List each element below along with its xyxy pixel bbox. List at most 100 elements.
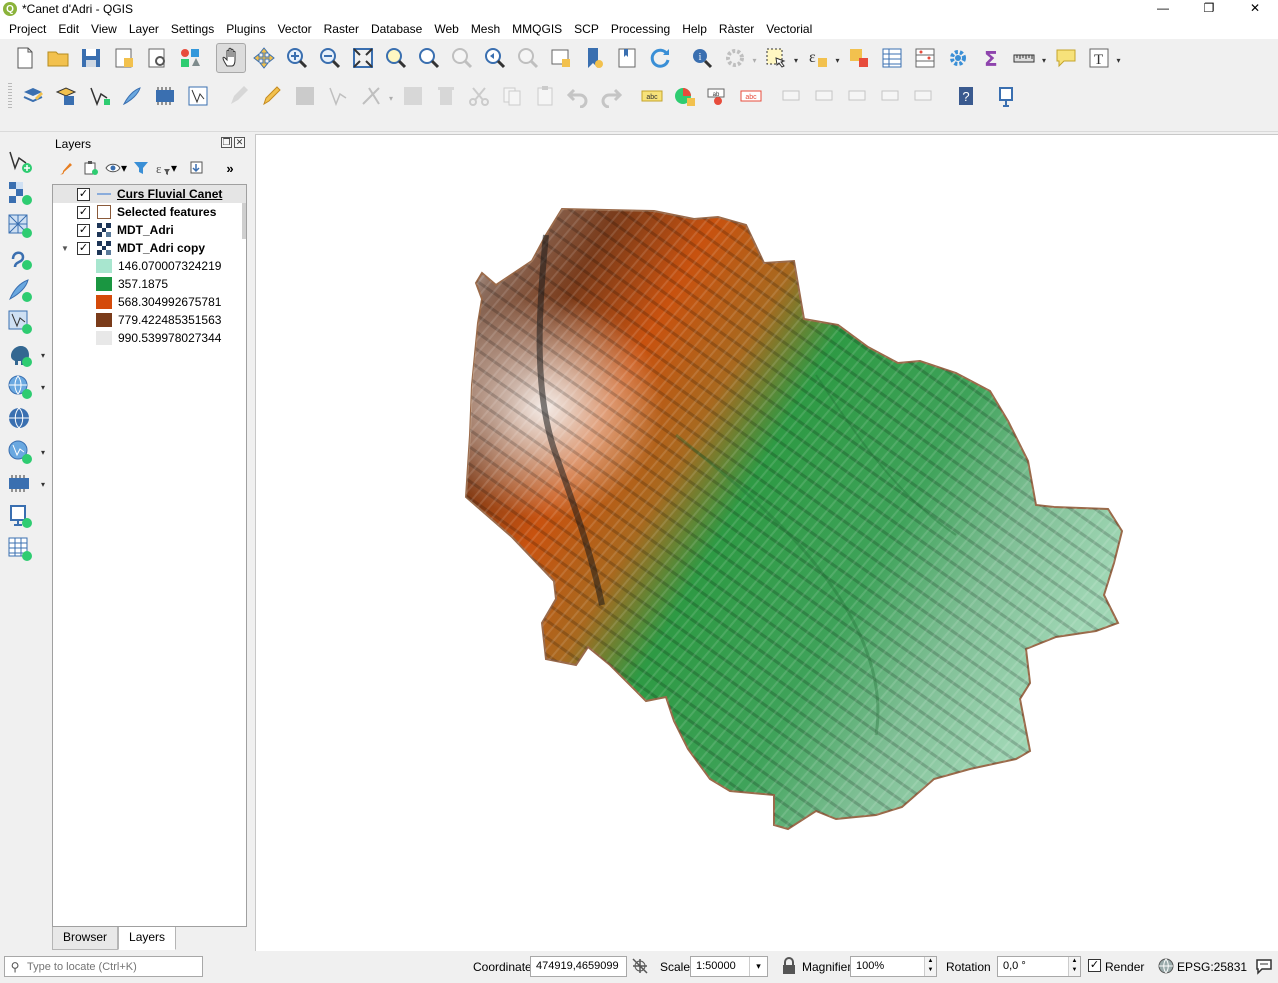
statistical-summary-button[interactable]: Σ xyxy=(976,43,1006,73)
run-action-button[interactable]: ▾ xyxy=(720,43,757,73)
menu-web[interactable]: Web xyxy=(428,19,464,39)
pan-to-selection-button[interactable] xyxy=(249,43,279,73)
menu-edit[interactable]: Edit xyxy=(52,19,85,39)
pan-map-button[interactable] xyxy=(216,43,246,73)
new-print-layout-button[interactable] xyxy=(109,43,139,73)
menu-project[interactable]: Project xyxy=(3,19,52,39)
toggle-extents-icon[interactable] xyxy=(631,957,649,975)
show-hide-labels-button[interactable] xyxy=(811,81,841,111)
menu-layer[interactable]: Layer xyxy=(123,19,165,39)
filter-legend-button[interactable] xyxy=(130,157,152,179)
layout-manager-button[interactable] xyxy=(142,43,172,73)
add-vector-layer-button[interactable] xyxy=(5,146,35,176)
select-features-button[interactable]: ▾ xyxy=(761,43,798,73)
copy-features-button[interactable] xyxy=(497,81,527,111)
menu-help[interactable]: Help xyxy=(676,19,713,39)
minimize-button[interactable]: — xyxy=(1140,0,1186,18)
redo-button[interactable] xyxy=(596,81,626,111)
field-calculator-button[interactable] xyxy=(910,43,940,73)
select-by-expression-button[interactable]: ε ▾ xyxy=(803,43,840,73)
menu-plugins[interactable]: Plugins xyxy=(220,19,271,39)
messages-icon[interactable] xyxy=(1255,957,1273,975)
layer-item-curs-fluvial[interactable]: ✓ Curs Fluvial Canet xyxy=(53,185,246,203)
modify-attributes-button[interactable] xyxy=(224,81,254,111)
filter-by-expression-button[interactable]: ε ▾ xyxy=(155,157,177,179)
collapse-arrow-icon[interactable]: ▼ xyxy=(59,244,71,253)
node-tool-button[interactable]: ▾ xyxy=(356,81,393,111)
current-edits-button[interactable] xyxy=(18,81,48,111)
spinner-arrows-icon[interactable]: ▲ ▼ xyxy=(1068,957,1080,976)
menu-mmqgis[interactable]: MMQGIS xyxy=(506,19,568,39)
label-properties-button[interactable] xyxy=(910,81,940,111)
plugin-tool-button[interactable] xyxy=(993,81,1023,111)
paste-features-button[interactable] xyxy=(530,81,560,111)
map-tips-button[interactable] xyxy=(1051,43,1081,73)
save-edits-button[interactable] xyxy=(290,81,320,111)
identify-button[interactable]: i xyxy=(687,43,717,73)
add-spatialite-button[interactable] xyxy=(5,275,35,305)
add-wms-button[interactable]: ▾ xyxy=(5,372,45,402)
add-virtual-layer-button[interactable] xyxy=(5,307,35,337)
add-wcs-button[interactable] xyxy=(5,404,35,434)
layer-visibility-checkbox[interactable]: ✓ xyxy=(77,205,90,219)
processing-toolbox-button[interactable] xyxy=(943,43,973,73)
tab-layers[interactable]: Layers xyxy=(118,927,177,950)
coordinate-field[interactable]: 474919,4659099 xyxy=(530,956,627,977)
toolbar-handle[interactable] xyxy=(8,83,12,109)
lock-icon[interactable] xyxy=(780,957,798,975)
text-annotation-button[interactable]: T ▾ xyxy=(1084,43,1121,73)
add-gps-button[interactable]: ▾ xyxy=(5,469,45,499)
new-bookmark-button[interactable] xyxy=(579,43,609,73)
edit-pencil-button[interactable] xyxy=(257,81,287,111)
scale-combo[interactable]: 1:50000 ▾ xyxy=(690,956,768,977)
rotate-label-button[interactable] xyxy=(844,81,874,111)
manage-map-themes-button[interactable]: ▾ xyxy=(105,157,127,179)
help-button[interactable]: ? xyxy=(951,81,981,111)
menu-vector[interactable]: Vector xyxy=(272,19,318,39)
layer-visibility-checkbox[interactable]: ✓ xyxy=(77,223,90,237)
menu-vectorial[interactable]: Vectorial xyxy=(760,19,818,39)
crs-globe-icon[interactable] xyxy=(1157,957,1175,975)
more-tools-button[interactable]: » xyxy=(219,157,241,179)
chevron-down-icon[interactable]: ▾ xyxy=(749,957,767,976)
add-postgis-button[interactable]: ▾ xyxy=(5,340,45,370)
move-label-button[interactable] xyxy=(778,81,808,111)
map-canvas[interactable] xyxy=(255,134,1278,951)
zoom-full-button[interactable] xyxy=(348,43,378,73)
add-raster-layer-button[interactable] xyxy=(5,178,35,208)
digitize-vertex-button[interactable] xyxy=(84,81,114,111)
layer-visibility-checkbox[interactable]: ✓ xyxy=(77,187,90,201)
maximize-button[interactable]: ❐ xyxy=(1186,0,1232,18)
highlight-labels-button[interactable]: abc xyxy=(736,81,766,111)
attribute-table-button[interactable] xyxy=(877,43,907,73)
zoom-last-button[interactable] xyxy=(480,43,510,73)
style-manager-button[interactable] xyxy=(175,43,205,73)
edit-attributes-button[interactable] xyxy=(398,81,428,111)
menu-processing[interactable]: Processing xyxy=(605,19,676,39)
menu-view[interactable]: View xyxy=(85,19,123,39)
rotation-spinbox[interactable]: 0,0 ° ▲ ▼ xyxy=(997,956,1081,977)
undo-button[interactable] xyxy=(563,81,593,111)
new-project-button[interactable] xyxy=(10,43,40,73)
show-bookmarks-button[interactable] xyxy=(612,43,642,73)
add-mesh-layer-button[interactable] xyxy=(5,211,35,241)
cut-features-button[interactable] xyxy=(464,81,494,111)
new-map-view-button[interactable] xyxy=(546,43,576,73)
add-arcgis-button[interactable] xyxy=(5,501,35,531)
add-vertex-button[interactable] xyxy=(323,81,353,111)
zoom-native-button[interactable] xyxy=(447,43,477,73)
add-wfs-button[interactable]: ▾ xyxy=(5,437,45,467)
zoom-out-button[interactable] xyxy=(315,43,345,73)
new-temporary-layer-button[interactable] xyxy=(5,534,35,564)
close-panel-button[interactable]: ✕ xyxy=(234,137,245,148)
measure-button[interactable]: ▾ xyxy=(1009,43,1046,73)
spinner-arrows-icon[interactable]: ▲ ▼ xyxy=(924,957,936,976)
zoom-next-button[interactable] xyxy=(513,43,543,73)
add-delimited-text-button[interactable] xyxy=(5,243,35,273)
locator-bar[interactable]: ⚲ xyxy=(4,956,203,977)
menu-raster-ca[interactable]: Ràster xyxy=(713,19,760,39)
deselect-all-button[interactable] xyxy=(844,43,874,73)
label-toolbar-button[interactable]: abc xyxy=(637,81,667,111)
style-layer-button[interactable] xyxy=(55,157,77,179)
menu-database[interactable]: Database xyxy=(365,19,428,39)
